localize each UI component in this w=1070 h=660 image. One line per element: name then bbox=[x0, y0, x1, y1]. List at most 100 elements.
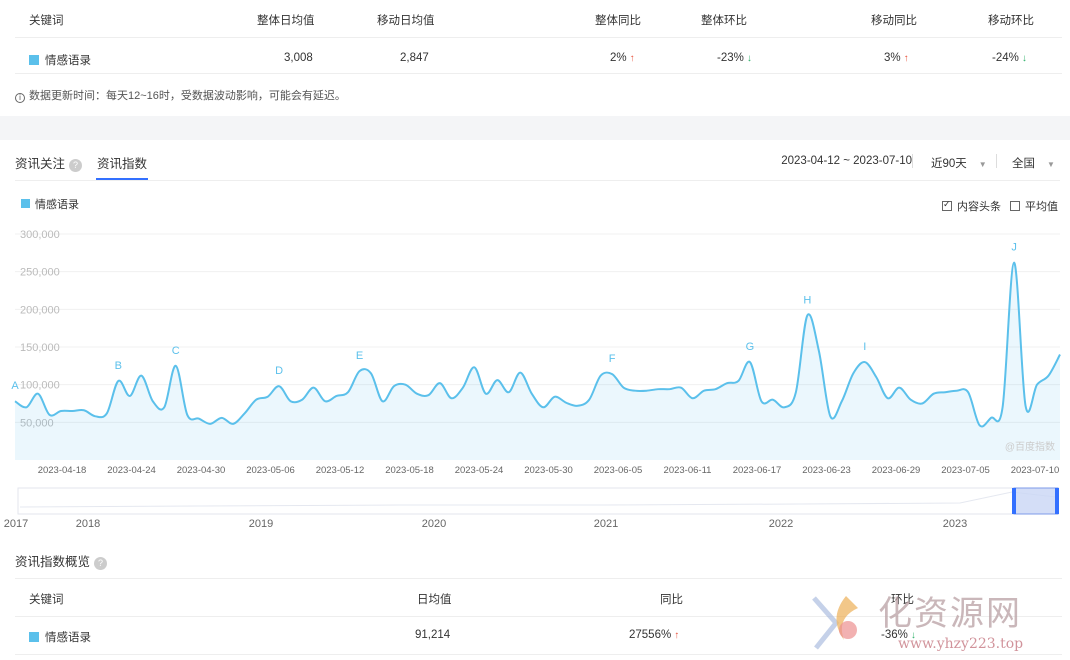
watermark-url: www.yhzy223.top bbox=[898, 636, 1024, 652]
navigator-year-label: 2022 bbox=[769, 518, 793, 530]
watermark-logo-icon bbox=[812, 596, 858, 650]
x-tick-label: 2023-06-05 bbox=[594, 465, 643, 476]
series-area bbox=[15, 262, 1060, 460]
col-mobile-avg: 移动日均值 bbox=[377, 15, 435, 27]
x-tick-label: 2023-07-05 bbox=[941, 465, 990, 476]
annotation-label: E bbox=[356, 350, 363, 362]
x-tick-label: 2023-04-18 bbox=[38, 465, 87, 476]
annotation-label: F bbox=[609, 353, 616, 365]
ov-col-keyword: 关键词 bbox=[29, 594, 64, 606]
navigator-track bbox=[17, 487, 1059, 515]
mobile-qoq-value: -24% bbox=[992, 52, 1019, 64]
mobile-avg-value: 2,847 bbox=[400, 52, 429, 64]
region-dropdown[interactable]: 全国 ▼ bbox=[1012, 155, 1055, 171]
x-tick-label: 2023-06-23 bbox=[802, 465, 851, 476]
x-tick-label: 2023-06-29 bbox=[872, 465, 921, 476]
keyword-label: 情感语录 bbox=[45, 55, 91, 67]
arrow-down-icon: ↓ bbox=[1021, 53, 1027, 64]
col-overall-avg: 整体日均值 bbox=[257, 15, 315, 27]
x-tick-label: 2023-04-24 bbox=[107, 465, 156, 476]
chart-watermark: @百度指数 bbox=[1005, 440, 1055, 453]
period-value: 近90天 bbox=[931, 158, 967, 170]
col-mobile-qoq: 移动环比 bbox=[988, 15, 1034, 27]
date-range-picker[interactable]: 2023-04-12 ~ 2023-07-10 bbox=[781, 155, 912, 167]
legend-swatch bbox=[21, 199, 30, 208]
option-content-headline[interactable]: 内容头条 bbox=[942, 198, 1001, 214]
update-note-text: 数据更新时间：每天12~16时，受数据波动影响，可能会有延迟。 bbox=[29, 90, 346, 102]
y-tick-label: 150,000 bbox=[20, 342, 60, 354]
tab-news-index[interactable]: 资讯指数 bbox=[95, 153, 149, 180]
overview-title: 资讯指数概览? bbox=[15, 551, 108, 570]
ov-yoy-cell: 27556% ↑ bbox=[629, 629, 679, 641]
annotation-label: I bbox=[863, 341, 866, 353]
chart-tabs-bar: 资讯关注? 资讯指数 2023-04-12 ~ 2023-07-10 近90天 ▼… bbox=[15, 141, 1060, 181]
watermark-text: 化资源网 bbox=[878, 594, 1022, 634]
navigator-year-label: 2020 bbox=[422, 518, 446, 530]
x-tick-label: 2023-06-17 bbox=[733, 465, 782, 476]
ov-col-avg: 日均值 bbox=[417, 594, 452, 606]
series-swatch bbox=[29, 55, 39, 65]
info-icon: i bbox=[15, 93, 25, 103]
period-dropdown[interactable]: 近90天 ▼ bbox=[931, 155, 987, 171]
x-tick-label: 2023-05-06 bbox=[246, 465, 295, 476]
col-mobile-yoy: 移动同比 bbox=[871, 15, 917, 27]
overall-qoq-cell: -23% ↓ bbox=[717, 52, 752, 64]
caret-down-icon: ▼ bbox=[1047, 160, 1055, 169]
overall-qoq-value: -23% bbox=[717, 52, 744, 64]
x-tick-label: 2023-05-24 bbox=[455, 465, 504, 476]
index-chart: 300,000250,000200,000150,000100,00050,00… bbox=[4, 229, 1061, 530]
help-icon[interactable]: ? bbox=[94, 557, 108, 570]
annotation-label: G bbox=[746, 341, 755, 353]
option-average[interactable]: 平均值 bbox=[1010, 198, 1058, 214]
annotation-label: J bbox=[1011, 242, 1017, 254]
option-content-headline-label: 内容头条 bbox=[957, 201, 1001, 213]
summary-table: 关键词 整体日均值 移动日均值 整体同比 整体环比 移动同比 移动环比 情感语录… bbox=[15, 0, 1062, 74]
keyword-cell: 情感语录 bbox=[29, 52, 91, 68]
x-tick-label: 2023-07-10 bbox=[1011, 465, 1060, 476]
mobile-yoy-cell: 3% ↑ bbox=[884, 52, 909, 64]
tab-news-attention[interactable]: 资讯关注? bbox=[15, 153, 83, 172]
update-note: i 数据更新时间：每天12~16时，受数据波动影响，可能会有延迟。 bbox=[15, 87, 346, 103]
overall-yoy-value: 2% bbox=[610, 52, 627, 64]
overall-avg-value: 3,008 bbox=[284, 52, 313, 64]
overall-yoy-cell: 2% ↑ bbox=[610, 52, 635, 64]
annotation-label: H bbox=[803, 294, 811, 306]
navigator-handle-right bbox=[1055, 488, 1059, 514]
help-icon[interactable]: ? bbox=[69, 159, 83, 172]
ov-avg-value: 91,214 bbox=[415, 629, 451, 641]
section-divider bbox=[0, 116, 1070, 140]
navigator-year-label: 2023 bbox=[943, 518, 967, 530]
col-keyword: 关键词 bbox=[29, 15, 64, 27]
legend-label: 情感语录 bbox=[35, 199, 79, 211]
mobile-yoy-value: 3% bbox=[884, 52, 901, 64]
ov-yoy-value: 27556% bbox=[629, 629, 672, 641]
col-overall-qoq: 整体环比 bbox=[701, 15, 747, 27]
ov-keyword-label: 情感语录 bbox=[45, 632, 91, 644]
region-value: 全国 bbox=[1012, 158, 1035, 170]
arrow-up-icon: ↑ bbox=[903, 53, 909, 64]
ov-keyword-cell: 情感语录 bbox=[29, 629, 91, 645]
x-tick-label: 2023-06-11 bbox=[664, 465, 712, 476]
y-tick-label: 100,000 bbox=[20, 380, 60, 392]
x-tick-label: 2023-05-30 bbox=[524, 465, 573, 476]
x-tick-label: 2023-05-18 bbox=[385, 465, 434, 476]
summary-header-row: 关键词 整体日均值 移动日均值 整体同比 整体环比 移动同比 移动环比 bbox=[15, 0, 1062, 38]
navigator-handle-left bbox=[1012, 488, 1016, 514]
filter-divider bbox=[996, 154, 997, 168]
filter-divider bbox=[912, 154, 913, 168]
chart-legend[interactable]: 情感语录 bbox=[21, 196, 79, 212]
checkbox-icon[interactable] bbox=[1010, 201, 1020, 211]
caret-down-icon: ▼ bbox=[978, 160, 987, 169]
ov-col-yoy: 同比 bbox=[660, 594, 683, 606]
series-swatch bbox=[29, 632, 39, 642]
y-tick-label: 300,000 bbox=[20, 229, 60, 241]
annotation-label: C bbox=[172, 345, 180, 357]
x-tick-label: 2023-05-12 bbox=[316, 465, 365, 476]
option-average-label: 平均值 bbox=[1025, 201, 1058, 213]
annotation-label: B bbox=[115, 360, 122, 372]
arrow-down-icon: ↓ bbox=[746, 53, 752, 64]
checkbox-checked-icon[interactable] bbox=[942, 199, 952, 211]
mobile-qoq-cell: -24% ↓ bbox=[992, 52, 1027, 64]
annotation-label: D bbox=[275, 365, 283, 377]
y-tick-label: 200,000 bbox=[20, 304, 60, 316]
